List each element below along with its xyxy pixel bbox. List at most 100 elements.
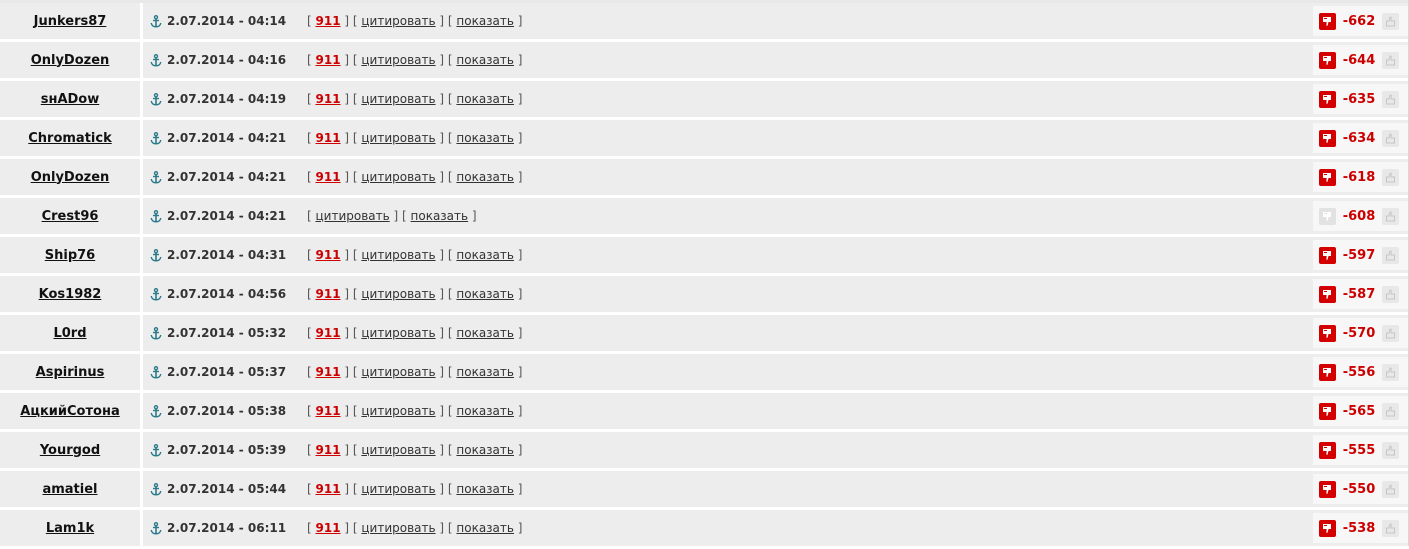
username-link[interactable]: OnlyDozen <box>31 170 110 185</box>
username-link[interactable]: АцкийСотона <box>20 404 119 419</box>
anchor-icon[interactable] <box>146 326 166 340</box>
quote-link[interactable]: цитировать <box>361 443 435 457</box>
show-link[interactable]: показать <box>456 53 514 67</box>
thumbs-up-icon[interactable] <box>1382 519 1399 537</box>
quote-link[interactable]: цитировать <box>361 92 435 106</box>
quote-link[interactable]: цитировать <box>361 248 435 262</box>
show-link[interactable]: показать <box>456 404 514 418</box>
thumbs-down-icon[interactable] <box>1319 246 1336 264</box>
number-link[interactable]: 911 <box>316 521 341 535</box>
username-link[interactable]: Kos1982 <box>39 287 102 302</box>
thumbs-up-icon[interactable] <box>1382 324 1399 342</box>
username-link[interactable]: Aspirinus <box>36 365 105 380</box>
thumbs-up-icon[interactable] <box>1382 168 1399 186</box>
show-link[interactable]: показать <box>456 326 514 340</box>
show-link[interactable]: показать <box>456 14 514 28</box>
thumbs-up-icon[interactable] <box>1382 480 1399 498</box>
show-link[interactable]: показать <box>456 365 514 379</box>
quote-link[interactable]: цитировать <box>361 482 435 496</box>
show-link[interactable]: показать <box>456 287 514 301</box>
number-link[interactable]: 911 <box>316 482 341 496</box>
show-link[interactable]: показать <box>411 209 469 223</box>
username-link[interactable]: Chromatick <box>28 131 111 146</box>
user-cell: OnlyDozen <box>0 42 140 78</box>
quote-link[interactable]: цитировать <box>361 53 435 67</box>
thumbs-down-icon[interactable] <box>1319 129 1336 147</box>
number-link[interactable]: 911 <box>316 248 341 262</box>
show-link[interactable]: показать <box>456 482 514 496</box>
username-link[interactable]: Junkers87 <box>34 14 107 29</box>
anchor-icon[interactable] <box>146 131 166 145</box>
vote-box: -556 <box>1313 357 1409 387</box>
show-link[interactable]: показать <box>456 131 514 145</box>
thumbs-down-icon[interactable] <box>1319 51 1336 69</box>
thumbs-down-icon[interactable] <box>1319 168 1336 186</box>
thumbs-up-icon[interactable] <box>1382 129 1399 147</box>
quote-link[interactable]: цитировать <box>361 365 435 379</box>
username-link[interactable]: Yourgod <box>40 443 100 458</box>
number-link[interactable]: 911 <box>316 287 341 301</box>
show-link[interactable]: показать <box>456 248 514 262</box>
thumbs-down-icon[interactable] <box>1319 363 1336 381</box>
number-link[interactable]: 911 <box>316 53 341 67</box>
thumbs-down-icon[interactable] <box>1319 402 1336 420</box>
number-link[interactable]: 911 <box>316 131 341 145</box>
username-link[interactable]: sнADow <box>41 92 100 107</box>
number-link[interactable]: 911 <box>316 365 341 379</box>
thumbs-down-icon[interactable] <box>1319 519 1336 537</box>
anchor-icon[interactable] <box>146 482 166 496</box>
quote-link[interactable]: цитировать <box>361 14 435 28</box>
number-link[interactable]: 911 <box>316 404 341 418</box>
username-link[interactable]: OnlyDozen <box>31 53 110 68</box>
thumbs-up-icon[interactable] <box>1382 402 1399 420</box>
thumbs-up-icon[interactable] <box>1382 441 1399 459</box>
quote-link[interactable]: цитировать <box>361 404 435 418</box>
quote-link[interactable]: цитировать <box>361 170 435 184</box>
anchor-icon[interactable] <box>146 53 166 67</box>
username-link[interactable]: Crest96 <box>42 209 99 224</box>
show-link[interactable]: показать <box>456 170 514 184</box>
thumbs-down-icon[interactable] <box>1319 285 1336 303</box>
quote-link[interactable]: цитировать <box>316 209 390 223</box>
thumbs-down-icon[interactable] <box>1319 441 1336 459</box>
anchor-icon[interactable] <box>146 521 166 535</box>
number-link[interactable]: 911 <box>316 170 341 184</box>
quote-link[interactable]: цитировать <box>361 131 435 145</box>
show-link[interactable]: показать <box>456 443 514 457</box>
anchor-icon[interactable] <box>146 14 166 28</box>
username-link[interactable]: L0rd <box>53 326 86 341</box>
thumbs-up-icon[interactable] <box>1382 363 1399 381</box>
thumbs-down-icon[interactable] <box>1319 12 1336 30</box>
anchor-icon[interactable] <box>146 365 166 379</box>
anchor-icon[interactable] <box>146 209 166 223</box>
thumbs-up-icon[interactable] <box>1382 51 1399 69</box>
anchor-icon[interactable] <box>146 404 166 418</box>
number-link[interactable]: 911 <box>316 92 341 106</box>
username-link[interactable]: Lam1k <box>46 521 94 536</box>
thumbs-up-icon[interactable] <box>1382 285 1399 303</box>
username-link[interactable]: Ship76 <box>45 248 95 263</box>
number-link[interactable]: 911 <box>316 443 341 457</box>
thumbs-up-icon[interactable] <box>1382 12 1399 30</box>
username-link[interactable]: amatiel <box>42 482 97 497</box>
thumbs-up-icon[interactable] <box>1382 90 1399 108</box>
anchor-icon[interactable] <box>146 92 166 106</box>
thumbs-up-icon[interactable] <box>1382 207 1399 225</box>
anchor-icon[interactable] <box>146 170 166 184</box>
anchor-icon[interactable] <box>146 248 166 262</box>
number-link[interactable]: 911 <box>316 14 341 28</box>
thumbs-down-icon[interactable] <box>1319 90 1336 108</box>
thumbs-down-icon[interactable] <box>1319 480 1336 498</box>
number-link[interactable]: 911 <box>316 326 341 340</box>
quote-link[interactable]: цитировать <box>361 521 435 535</box>
comment-meta: 2.07.2014 - 05:32 [ 911 ] [ цитировать ]… <box>143 315 1409 351</box>
thumbs-down-icon[interactable] <box>1319 207 1336 225</box>
thumbs-up-icon[interactable] <box>1382 246 1399 264</box>
anchor-icon[interactable] <box>146 287 166 301</box>
show-link[interactable]: показать <box>456 521 514 535</box>
quote-link[interactable]: цитировать <box>361 287 435 301</box>
quote-link[interactable]: цитировать <box>361 326 435 340</box>
anchor-icon[interactable] <box>146 443 166 457</box>
thumbs-down-icon[interactable] <box>1319 324 1336 342</box>
show-link[interactable]: показать <box>456 92 514 106</box>
